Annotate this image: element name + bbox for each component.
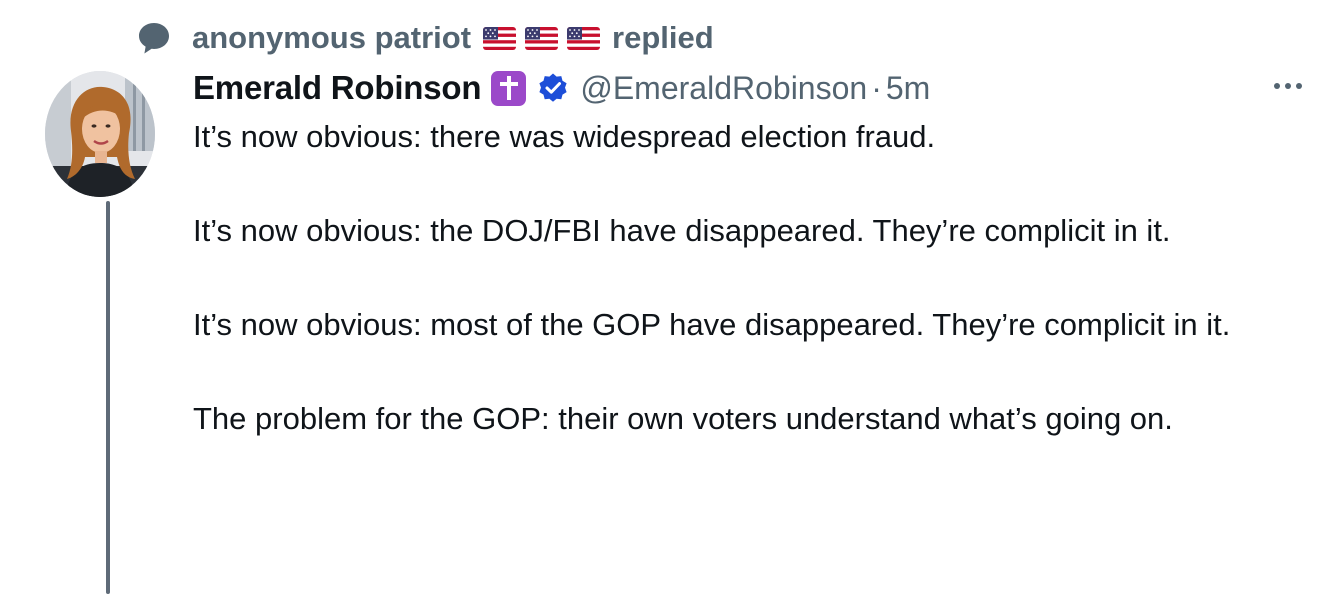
- reply-bubble-icon: [134, 18, 174, 58]
- tweet-text: It’s now obvious: there was widespread e…: [193, 114, 1293, 490]
- tweet-paragraph: The problem for the GOP: their own voter…: [193, 401, 1173, 436]
- tweet-timestamp[interactable]: 5m: [886, 70, 930, 107]
- tweet-paragraph: It’s now obvious: the DOJ/FBI have disap…: [193, 213, 1171, 248]
- us-flag-icon: [567, 26, 601, 50]
- tweet-header: Emerald Robinson @EmeraldRobinson · 5m: [193, 66, 930, 110]
- us-flag-icon: [483, 26, 517, 50]
- thread-connector-line: [106, 201, 110, 594]
- author-handle[interactable]: @EmeraldRobinson: [580, 70, 867, 107]
- author-display-name[interactable]: Emerald Robinson: [193, 69, 482, 107]
- latin-cross-icon: [491, 70, 527, 106]
- us-flag-icon: [525, 26, 559, 50]
- verified-badge-icon: [536, 71, 570, 105]
- more-options-button[interactable]: [1268, 70, 1308, 102]
- context-actor-name[interactable]: anonymous patriot: [192, 20, 471, 56]
- header-separator: ·: [871, 69, 882, 106]
- context-action-label: replied: [612, 20, 714, 55]
- more-dots-icon: [1274, 83, 1302, 89]
- tweet-paragraph: It’s now obvious: most of the GOP have d…: [193, 307, 1231, 342]
- tweet-paragraph: It’s now obvious: there was widespread e…: [193, 119, 936, 154]
- social-context[interactable]: anonymous patriot replied: [134, 16, 714, 60]
- avatar[interactable]: [45, 71, 155, 197]
